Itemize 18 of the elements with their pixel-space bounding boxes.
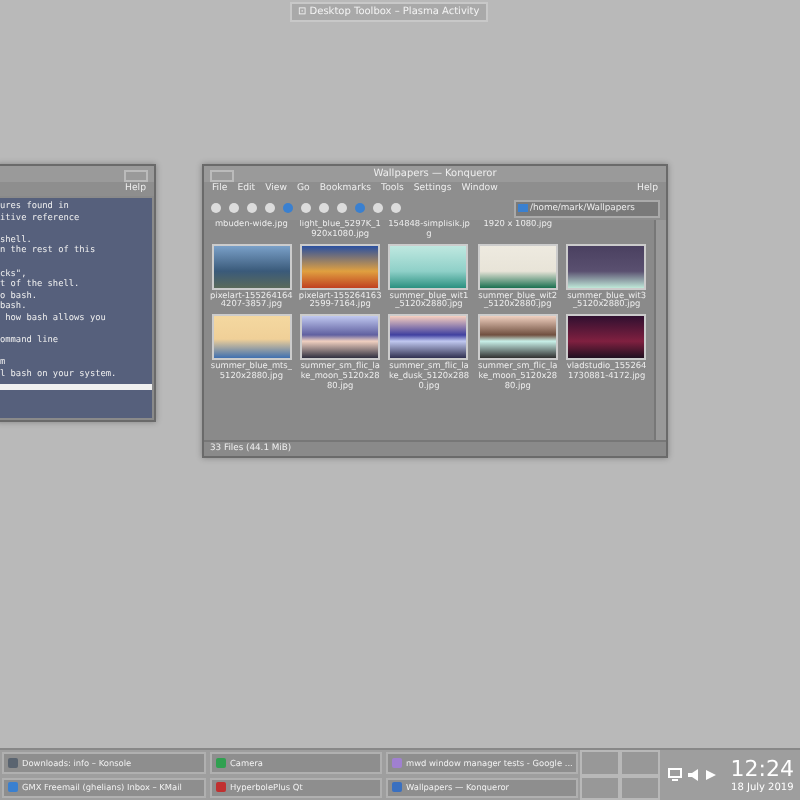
clock-time[interactable]: 12:24 bbox=[730, 757, 794, 781]
image-thumbnail[interactable] bbox=[388, 243, 469, 290]
image-thumbnail[interactable] bbox=[566, 243, 647, 290]
input-line[interactable] bbox=[0, 383, 152, 389]
scrollbar[interactable] bbox=[654, 220, 666, 440]
image-thumbnail[interactable] bbox=[566, 314, 647, 361]
folder-icon bbox=[518, 204, 528, 212]
image-thumbnail[interactable] bbox=[211, 243, 292, 290]
monitor-icon[interactable] bbox=[668, 768, 682, 782]
image-thumbnail[interactable] bbox=[477, 314, 558, 361]
image-thumbnail[interactable] bbox=[388, 314, 469, 361]
arrow-icon[interactable] bbox=[706, 770, 716, 780]
image-thumbnail[interactable] bbox=[300, 314, 381, 361]
image-thumbnail[interactable] bbox=[211, 314, 292, 361]
image-thumbnail[interactable] bbox=[300, 243, 381, 290]
desktop-pager[interactable] bbox=[580, 750, 660, 800]
speaker-icon[interactable] bbox=[688, 768, 700, 782]
image-thumbnail[interactable] bbox=[477, 243, 558, 290]
